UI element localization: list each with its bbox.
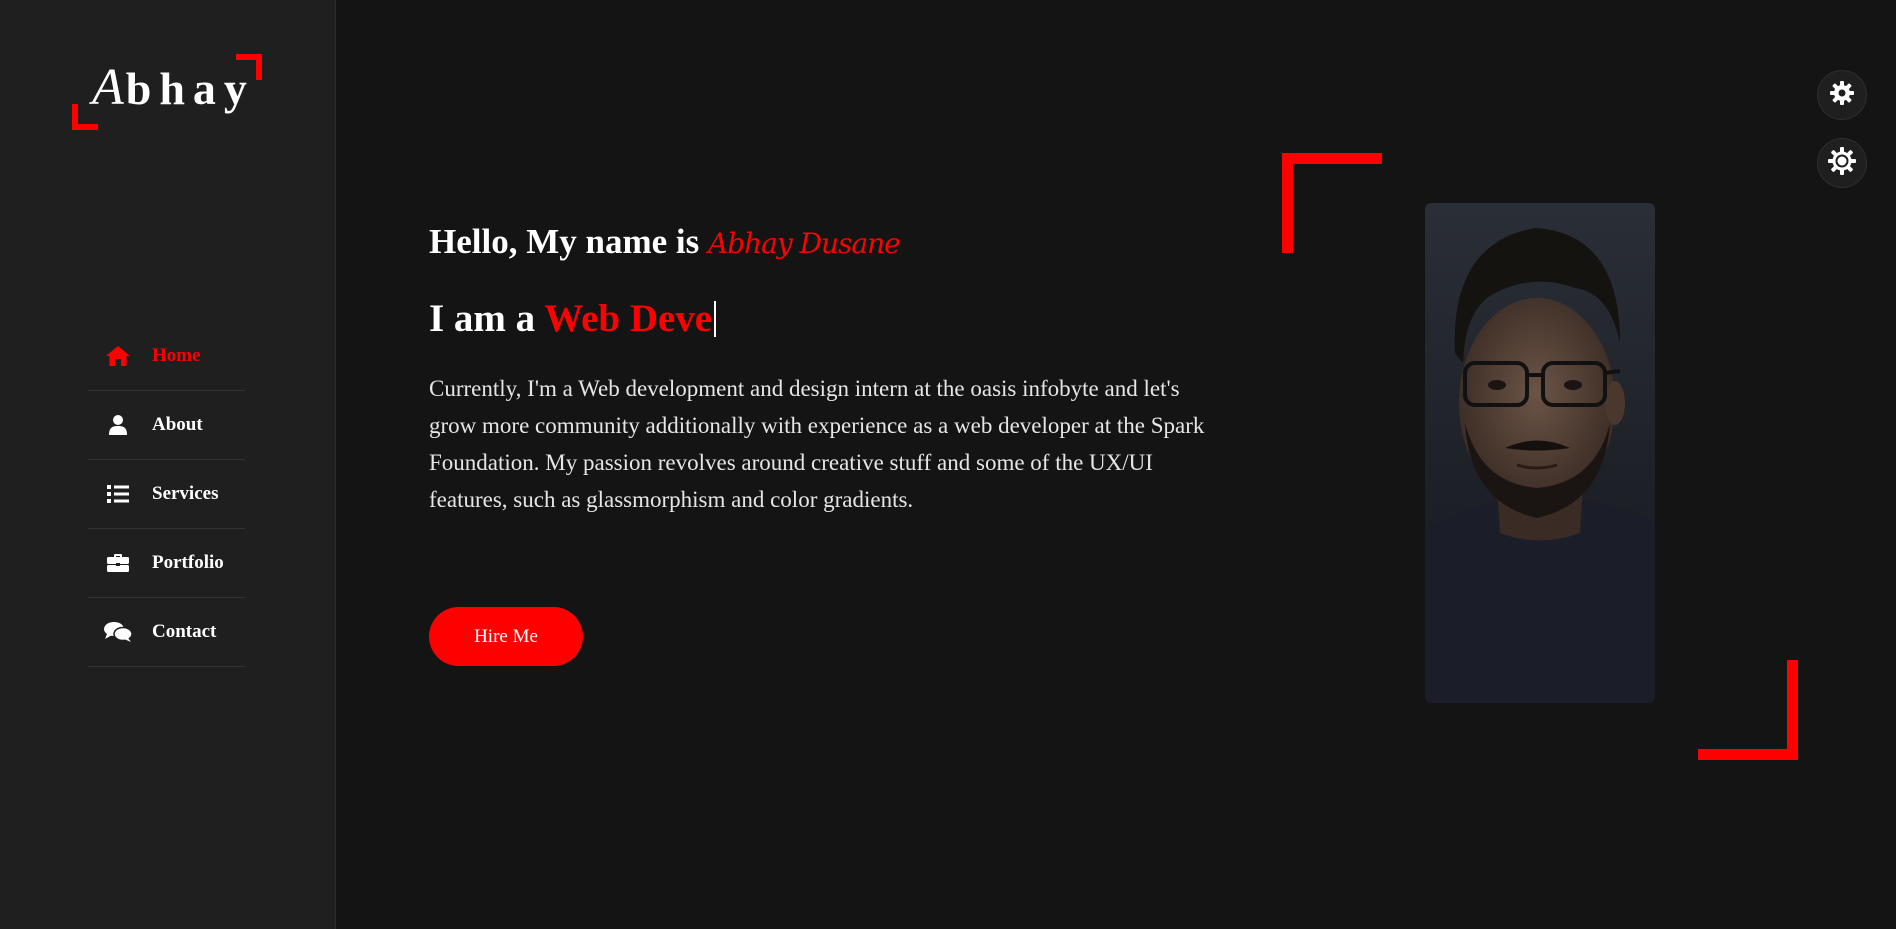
sun-icon [1827, 146, 1857, 180]
main-content: Hello, My name is Abhay Dusane I am a We… [336, 0, 1896, 929]
logo[interactable]: Abhay [72, 54, 262, 130]
nav-label-about: About [152, 414, 203, 435]
hero-name: Abhay Dusane [708, 227, 901, 260]
nav-label-contact: Contact [152, 621, 217, 642]
home-icon [104, 344, 132, 368]
nav-label-services: Services [152, 483, 219, 504]
nav-item-services[interactable]: Services [88, 460, 245, 529]
logo-rest: bhay [125, 63, 255, 114]
role-line: I am a Web Deve [429, 296, 717, 341]
user-icon [104, 413, 132, 437]
logo-first-letter: A [92, 59, 126, 116]
nav-item-portfolio[interactable]: Portfolio [88, 529, 245, 598]
typing-cursor [714, 301, 717, 337]
profile-photo [1425, 203, 1655, 703]
nav-label-home: Home [152, 345, 201, 366]
role-prefix: I am a [429, 297, 545, 340]
main-nav: Home About Services Portfolio Contact [88, 322, 245, 667]
nav-label-portfolio: Portfolio [152, 552, 224, 573]
role-typed-text: Web Deve [544, 297, 713, 340]
settings-button[interactable] [1817, 70, 1867, 120]
portfolio-page: Abhay Home About Services Portfolio Cont… [0, 0, 1896, 929]
bio-paragraph: Currently, I'm a Web development and des… [429, 376, 1205, 512]
nav-item-about[interactable]: About [88, 391, 245, 460]
hire-me-button[interactable]: Hire Me [429, 607, 583, 666]
frame-corner-top-left [1282, 153, 1382, 253]
briefcase-icon [104, 551, 132, 575]
greeting: Hello, My name is Abhay Dusane [429, 222, 901, 262]
comments-icon [104, 620, 132, 644]
frame-corner-bottom-right [1698, 660, 1798, 760]
theme-toggle-button[interactable] [1817, 138, 1867, 188]
list-icon [104, 482, 132, 506]
gear-icon [1828, 79, 1856, 111]
nav-item-contact[interactable]: Contact [88, 598, 245, 667]
logo-text: Abhay [92, 62, 255, 114]
sidebar: Abhay Home About Services Portfolio Cont… [0, 0, 336, 929]
nav-item-home[interactable]: Home [88, 322, 245, 391]
greeting-prefix: Hello, My name is [429, 222, 708, 261]
